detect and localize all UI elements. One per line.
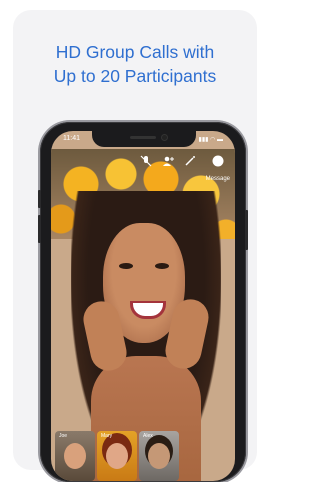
- participant-face: [64, 443, 86, 469]
- front-camera: [162, 135, 167, 140]
- phone-side-button: [38, 190, 41, 208]
- status-icons: ▮▮▮ ◠ ▬: [198, 137, 223, 143]
- participant-strip: Joe Mary Alex: [51, 431, 235, 481]
- add-user-icon[interactable]: [161, 155, 175, 169]
- status-time: 11:41: [63, 135, 80, 142]
- mic-off-icon[interactable]: [139, 155, 153, 169]
- headline-line-1: HD Group Calls with: [55, 42, 215, 62]
- speaker-grille: [130, 136, 156, 139]
- headline-line-2: Up to 20 Participants: [53, 66, 217, 86]
- participant-thumb[interactable]: Joe: [55, 431, 95, 481]
- promo-headline: HD Group Calls with Up to 20 Participant…: [13, 40, 257, 88]
- phone-side-button: [245, 210, 248, 250]
- phone-screen: 11:41 ▮▮▮ ◠ ▬ Message Joe Mary Alex: [51, 131, 235, 481]
- participant-face: [148, 443, 170, 469]
- phone-notch: [92, 131, 196, 147]
- participant-name: Joe: [59, 433, 68, 439]
- participant-name: Mary: [101, 433, 113, 439]
- participant-name: Alex: [143, 433, 153, 439]
- wand-icon[interactable]: [183, 155, 197, 169]
- message-label[interactable]: Message: [206, 176, 230, 182]
- participant-thumb[interactable]: Mary: [97, 431, 137, 481]
- participant-thumb[interactable]: Alex: [139, 431, 179, 481]
- eye-left: [119, 263, 133, 269]
- eye-right: [155, 263, 169, 269]
- participant-face: [106, 443, 128, 469]
- close-icon[interactable]: [211, 155, 225, 169]
- smile: [130, 301, 166, 319]
- phone-side-button: [38, 215, 41, 243]
